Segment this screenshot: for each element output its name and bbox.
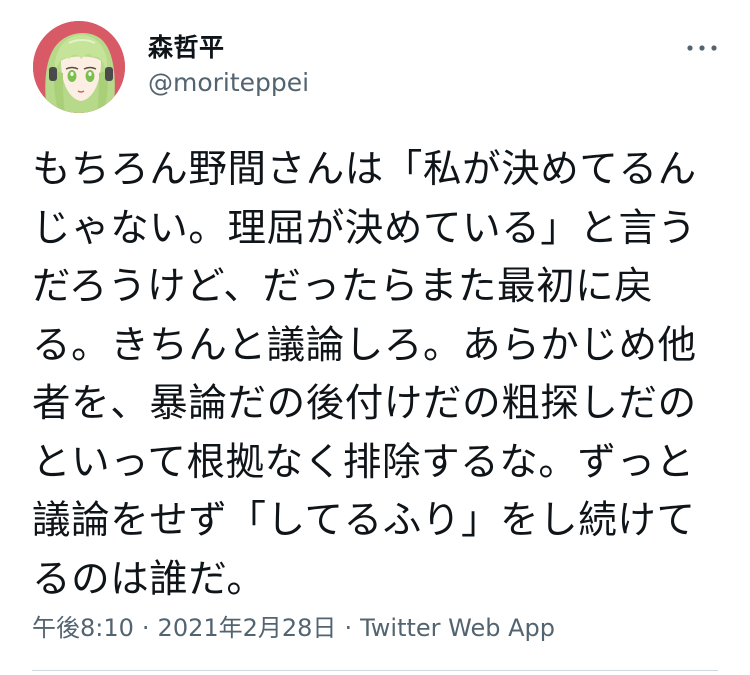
- avatar[interactable]: [33, 21, 125, 113]
- tweet-text-line: 議論をせず「してるふり」をし続けて: [32, 498, 696, 543]
- tweet-card: 森哲平 @moriteppei もちろん野間さんは「私が決めてるん じゃない。理…: [0, 0, 750, 675]
- divider: [32, 670, 718, 671]
- tweet-time[interactable]: 午後8:10: [32, 614, 134, 642]
- tweet-text-line: もちろん野間さんは「私が決めてるん: [32, 147, 697, 192]
- meta-separator: ·: [141, 614, 150, 642]
- avatar-image: [33, 21, 125, 113]
- tweet-text: もちろん野間さんは「私が決めてるん じゃない。理屈が決めている」と言う だろうけ…: [32, 141, 722, 609]
- tweet-date[interactable]: 2021年2月28日: [158, 614, 337, 642]
- author-handle[interactable]: @moriteppei: [148, 68, 309, 97]
- tweet-text-line: る。きちんと議論しろ。あらかじめ他: [32, 322, 697, 368]
- tweet-text-line: だろうけど、だったらまた最初に戻: [32, 264, 654, 309]
- tweet-text-line: るのは誰だ。: [32, 556, 266, 602]
- tweet-text-line: 者を、暴論だの後付けだの粗探しだの: [32, 381, 697, 426]
- author-display-name[interactable]: 森哲平: [148, 28, 225, 64]
- tweet-text-line: といって根拠なく排除するな。ずっと: [32, 439, 695, 485]
- tweet-source[interactable]: Twitter Web App: [360, 614, 555, 642]
- tweet-metadata: 午後8:10 · 2021年2月28日 · Twitter Web App: [32, 608, 555, 643]
- more-options-button[interactable]: [684, 38, 720, 58]
- tweet-text-line: じゃない。理屈が決めている」と言う: [32, 205, 697, 251]
- more-horizontal-icon: [687, 45, 717, 51]
- meta-separator: ·: [344, 614, 353, 642]
